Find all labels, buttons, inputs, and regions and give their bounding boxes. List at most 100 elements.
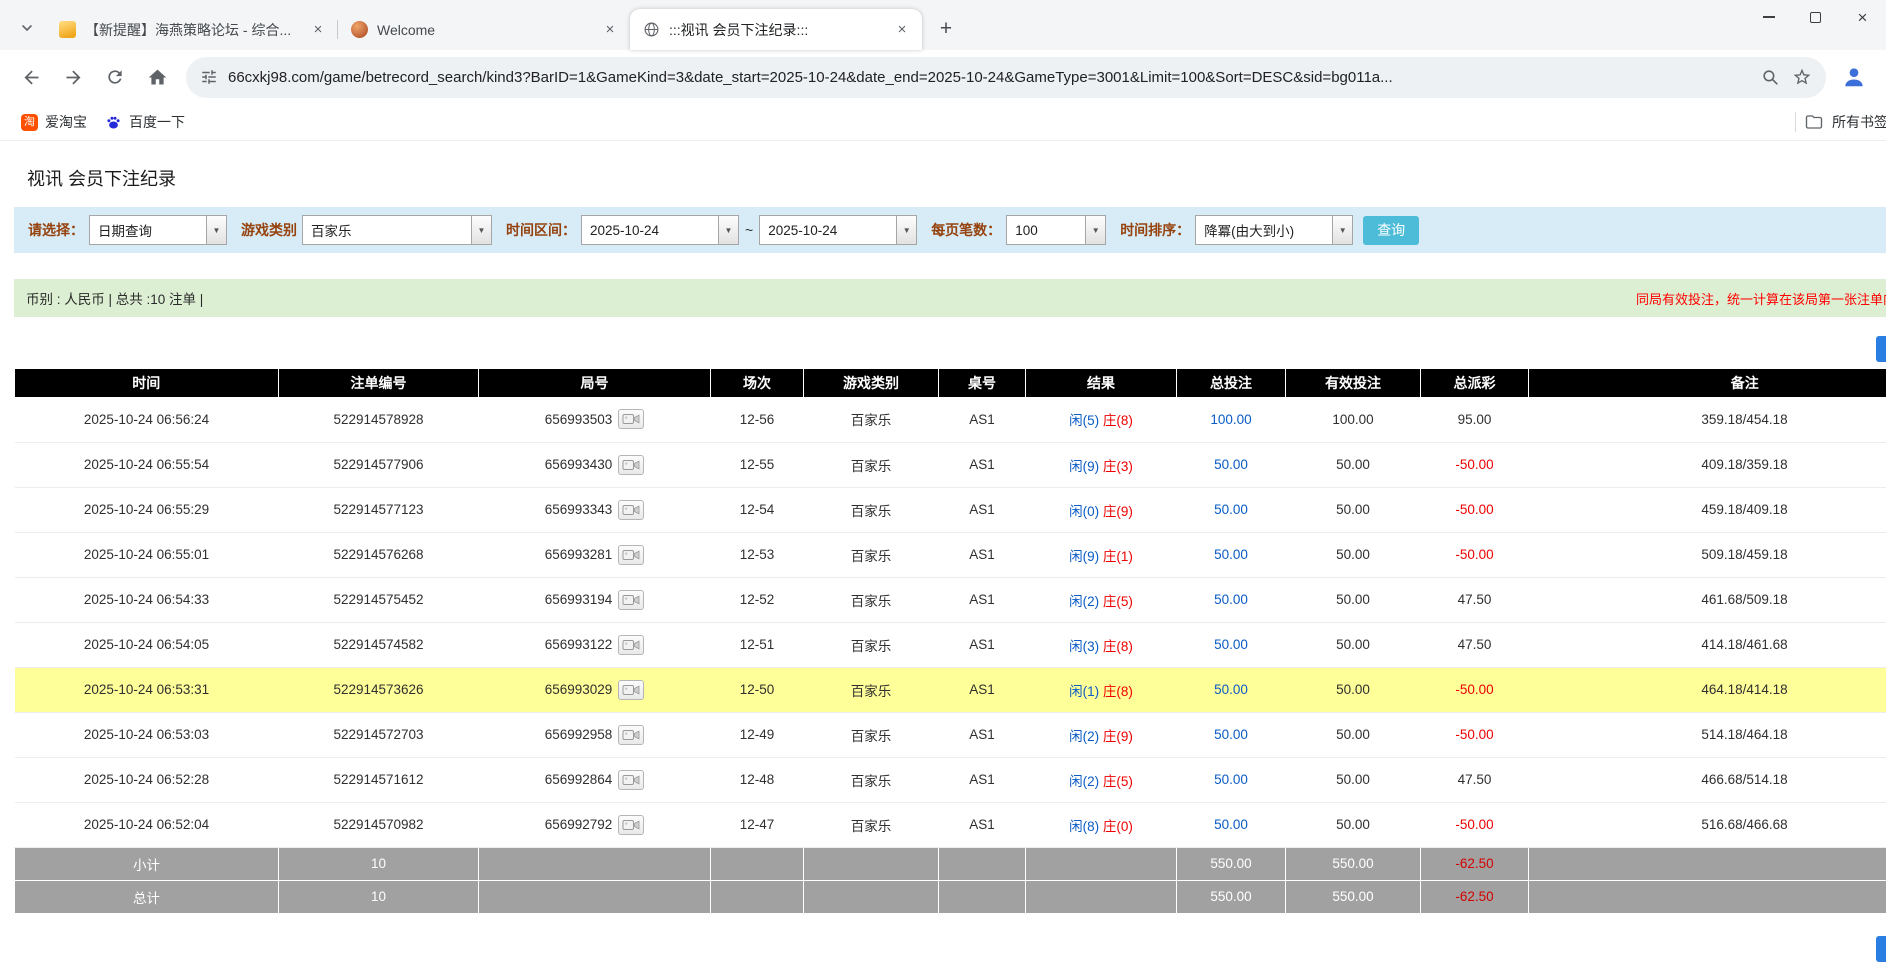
cell-remark: 461.68/509.18: [1529, 577, 1886, 622]
table-body: 2025-10-24 06:56:24522914578928656993503…: [15, 397, 1886, 847]
camera-icon: [622, 638, 640, 652]
site-settings-icon[interactable]: [200, 68, 218, 86]
bet-records-table-wrap: 时间 注单编号 局号 场次 游戏类别 桌号 结果 总投注 有效投注 总派彩 备注…: [14, 369, 1886, 914]
query-type-label: 请选择：: [28, 220, 84, 240]
bookmark-label: 百度一下: [129, 112, 185, 132]
scroll-indicator-top[interactable]: [1876, 336, 1886, 362]
new-tab-button[interactable]: +: [930, 13, 962, 45]
cell-total-bet[interactable]: 50.00: [1177, 577, 1286, 622]
cell-round: 656993122: [479, 622, 711, 667]
date-end-select[interactable]: 2025-10-24 ▼: [759, 215, 917, 245]
tab-search-chevron-icon[interactable]: [12, 13, 42, 43]
cell-result: 闲(2) 庄(5): [1026, 577, 1177, 622]
tab-close-icon[interactable]: ×: [600, 20, 620, 40]
zoom-icon[interactable]: [1754, 61, 1786, 93]
cell-game-type: 百家乐: [804, 397, 939, 442]
sort-select[interactable]: 降冪(由大到小) ▼: [1195, 215, 1353, 245]
profile-avatar[interactable]: [1838, 61, 1870, 93]
browser-toolbar: 66cxkj98.com/game/betrecord_search/kind3…: [0, 50, 1886, 104]
back-button[interactable]: [12, 58, 50, 96]
date-start-select[interactable]: 2025-10-24 ▼: [581, 215, 739, 245]
forward-button[interactable]: [54, 58, 92, 96]
minimize-button[interactable]: [1745, 0, 1792, 34]
query-type-select[interactable]: 日期查询 ▼: [89, 215, 227, 245]
video-replay-button[interactable]: [618, 635, 644, 655]
cell-valid-bet: 50.00: [1286, 487, 1421, 532]
result-player: 闲(0): [1069, 504, 1099, 519]
cell-total-bet[interactable]: 50.00: [1177, 667, 1286, 712]
cell-session: 12-52: [711, 577, 804, 622]
tab-close-icon[interactable]: ×: [308, 20, 328, 40]
cell-total-bet[interactable]: 50.00: [1177, 442, 1286, 487]
close-window-button[interactable]: ×: [1839, 0, 1886, 34]
cell-total-bet[interactable]: 50.00: [1177, 487, 1286, 532]
cell-table-no: AS1: [939, 667, 1026, 712]
video-replay-button[interactable]: [618, 590, 644, 610]
subtotal-empty: [479, 847, 711, 880]
cell-game-type: 百家乐: [804, 442, 939, 487]
cell-session: 12-56: [711, 397, 804, 442]
cell-total-bet[interactable]: 100.00: [1177, 397, 1286, 442]
game-type-select[interactable]: 百家乐 ▼: [302, 215, 492, 245]
cell-total-bet[interactable]: 50.00: [1177, 622, 1286, 667]
cell-game-type: 百家乐: [804, 577, 939, 622]
bookmark-baidu[interactable]: 百度一下: [96, 108, 194, 136]
cell-result: 闲(5) 庄(8): [1026, 397, 1177, 442]
cell-session: 12-54: [711, 487, 804, 532]
cell-table-no: AS1: [939, 802, 1026, 847]
bet-records-table: 时间 注单编号 局号 场次 游戏类别 桌号 结果 总投注 有效投注 总派彩 备注…: [14, 369, 1886, 914]
tab-forum[interactable]: 【新提醒】海燕策略论坛 - 综合... ×: [46, 9, 338, 50]
bookmark-star-icon[interactable]: [1786, 61, 1818, 93]
scroll-indicator-bottom[interactable]: [1876, 936, 1886, 962]
tab-welcome[interactable]: Welcome ×: [338, 9, 630, 50]
cell-round: 656993194: [479, 577, 711, 622]
video-replay-button[interactable]: [618, 500, 644, 520]
tab-bet-records[interactable]: :::视讯 会员下注纪录::: ×: [630, 9, 922, 50]
url-text[interactable]: 66cxkj98.com/game/betrecord_search/kind3…: [228, 69, 1744, 86]
search-button[interactable]: 查询: [1363, 216, 1419, 245]
filter-bar: 请选择： 日期查询 ▼ 游戏类别 百家乐 ▼ 时间区间： 2025-10-24 …: [14, 207, 1886, 253]
all-bookmarks[interactable]: 所有书签: [1795, 104, 1886, 140]
round-id: 656993122: [545, 637, 613, 652]
result-player: 闲(9): [1069, 459, 1099, 474]
cell-round: 656993281: [479, 532, 711, 577]
result-player: 闲(2): [1069, 774, 1099, 789]
table-row: 2025-10-24 06:54:05522914574582656993122…: [15, 622, 1886, 667]
cell-round: 656993029: [479, 667, 711, 712]
table-row: 2025-10-24 06:55:29522914577123656993343…: [15, 487, 1886, 532]
cell-game-type: 百家乐: [804, 487, 939, 532]
home-button[interactable]: [138, 58, 176, 96]
cell-total-bet[interactable]: 50.00: [1177, 532, 1286, 577]
video-replay-button[interactable]: [618, 815, 644, 835]
cell-payout: 47.50: [1421, 622, 1529, 667]
cell-session: 12-51: [711, 622, 804, 667]
round-id: 656993343: [545, 502, 613, 517]
video-replay-button[interactable]: [618, 455, 644, 475]
video-replay-button[interactable]: [618, 409, 644, 429]
url-bar[interactable]: 66cxkj98.com/game/betrecord_search/kind3…: [186, 57, 1826, 98]
cell-payout: -50.00: [1421, 712, 1529, 757]
cell-round: 656992864: [479, 757, 711, 802]
game-type-label: 游戏类别: [241, 220, 297, 240]
cell-valid-bet: 50.00: [1286, 622, 1421, 667]
cell-total-bet[interactable]: 50.00: [1177, 802, 1286, 847]
video-replay-button[interactable]: [618, 770, 644, 790]
video-replay-button[interactable]: [618, 725, 644, 745]
maximize-button[interactable]: [1792, 0, 1839, 34]
cell-total-bet[interactable]: 50.00: [1177, 712, 1286, 757]
video-replay-button[interactable]: [618, 545, 644, 565]
subtotal-empty: [711, 847, 804, 880]
camera-icon: [622, 412, 640, 426]
camera-icon: [622, 503, 640, 517]
result-player: 闲(1): [1069, 684, 1099, 699]
cell-total-bet[interactable]: 50.00: [1177, 757, 1286, 802]
page-title: 视讯 会员下注纪录: [27, 165, 1886, 191]
tab-close-icon[interactable]: ×: [892, 20, 912, 40]
reload-button[interactable]: [96, 58, 134, 96]
result-banker: 庄(0): [1103, 819, 1133, 834]
cell-round: 656993503: [479, 397, 711, 442]
video-replay-button[interactable]: [618, 680, 644, 700]
per-page-select[interactable]: 100 ▼: [1006, 215, 1106, 245]
total-row: 总计 10 550.00 550.00 -62.50: [15, 880, 1886, 913]
bookmark-aitaobao[interactable]: 淘 爱淘宝: [12, 108, 96, 136]
